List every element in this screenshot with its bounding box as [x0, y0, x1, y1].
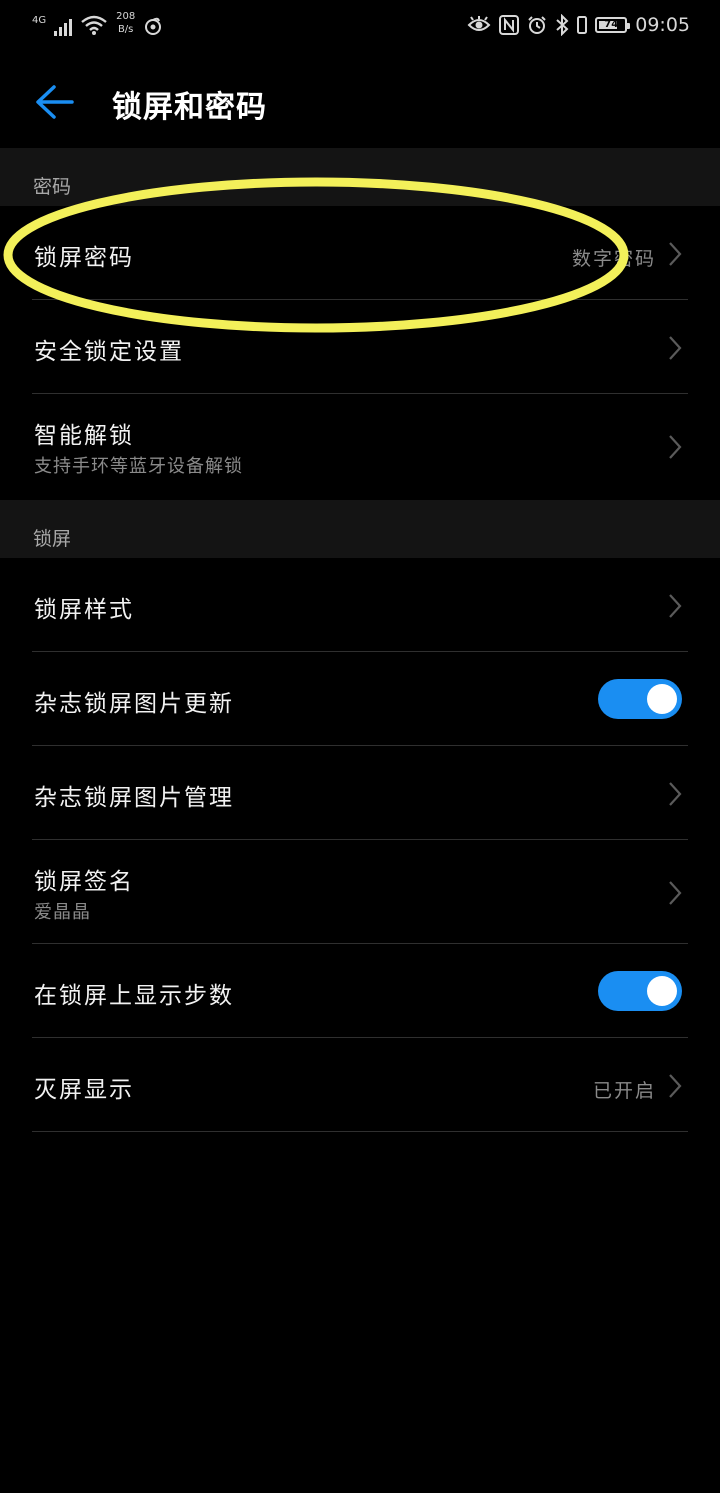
item-value: 数字密码	[571, 248, 656, 270]
item-title: 在锁屏上显示步数	[34, 983, 234, 1009]
item-title: 锁屏样式	[34, 597, 134, 623]
chevron-right-icon	[669, 1074, 682, 1098]
always-on-display-item[interactable]: 灭屏显示 已开启	[0, 1038, 720, 1132]
lock-screen-password-item[interactable]: 锁屏密码 数字密码	[0, 206, 720, 300]
security-lock-settings-item[interactable]: 安全锁定设置	[0, 300, 720, 394]
item-title: 杂志锁屏图片管理	[34, 785, 234, 811]
toggle-knob	[647, 684, 677, 714]
wifi-icon	[81, 15, 107, 35]
item-title: 锁屏签名	[34, 869, 134, 895]
battery-level: 74	[604, 19, 619, 30]
app-notification-icon	[145, 17, 162, 35]
magazine-image-update-item: 杂志锁屏图片更新	[0, 652, 720, 746]
section-header-label: 锁屏	[33, 528, 72, 550]
item-title: 安全锁定设置	[34, 339, 184, 365]
magazine-image-management-item[interactable]: 杂志锁屏图片管理	[0, 746, 720, 840]
bluetooth-icon	[556, 14, 569, 36]
lock-screen-style-item[interactable]: 锁屏样式	[0, 558, 720, 652]
item-title: 杂志锁屏图片更新	[34, 691, 234, 717]
status-time: 09:05	[635, 14, 690, 36]
vibrate-icon	[577, 16, 588, 34]
section-header-password: 密码	[0, 148, 720, 206]
lock-screen-signature-item[interactable]: 锁屏签名 爱晶晶	[0, 840, 720, 944]
status-bar: 4G 208 B/s 74 09:05	[0, 0, 720, 56]
chevron-right-icon	[669, 782, 682, 806]
chevron-right-icon	[669, 435, 682, 459]
chevron-right-icon	[669, 881, 682, 905]
status-bar-left: 4G 208 B/s	[32, 10, 163, 36]
battery-icon: 74	[595, 17, 631, 33]
item-title: 智能解锁	[34, 423, 134, 449]
show-steps-on-lockscreen-item: 在锁屏上显示步数	[0, 944, 720, 1038]
divider	[32, 1131, 688, 1132]
item-title: 灭屏显示	[34, 1077, 134, 1103]
section-header-label: 密码	[33, 176, 72, 198]
network-speed: 208 B/s	[116, 10, 135, 36]
lockscreen-settings-list: 锁屏样式 杂志锁屏图片更新 杂志锁屏图片管理 锁屏签名 爱晶晶 在锁屏上显示步数…	[0, 558, 720, 1132]
network-speed-unit: B/s	[117, 24, 134, 35]
status-bar-right: 74 09:05	[467, 14, 690, 36]
magazine-image-update-toggle[interactable]	[598, 679, 682, 719]
eye-comfort-icon	[467, 16, 491, 31]
network-type: 4G	[32, 15, 47, 26]
toggle-knob	[647, 976, 677, 1006]
show-steps-toggle[interactable]	[598, 971, 682, 1011]
item-subtitle: 爱晶晶	[34, 902, 91, 923]
chevron-right-icon	[669, 336, 682, 360]
cell-signal-icon	[54, 14, 73, 36]
item-subtitle: 支持手环等蓝牙设备解锁	[34, 456, 243, 477]
page-title: 锁屏和密码	[112, 90, 267, 125]
password-settings-list: 锁屏密码 数字密码 安全锁定设置 智能解锁 支持手环等蓝牙设备解锁	[0, 206, 720, 498]
network-speed-value: 208	[116, 11, 136, 22]
section-header-lockscreen: 锁屏	[0, 500, 720, 558]
alarm-icon	[528, 16, 546, 34]
battery-cap	[627, 23, 631, 29]
item-value: 已开启	[592, 1080, 656, 1102]
chevron-right-icon	[669, 594, 682, 618]
item-title: 锁屏密码	[34, 245, 134, 271]
smart-unlock-item[interactable]: 智能解锁 支持手环等蓝牙设备解锁	[0, 394, 720, 498]
back-arrow-icon[interactable]	[30, 80, 80, 124]
nfc-icon	[499, 15, 520, 35]
app-bar: 锁屏和密码	[0, 56, 720, 148]
chevron-right-icon	[669, 242, 682, 266]
